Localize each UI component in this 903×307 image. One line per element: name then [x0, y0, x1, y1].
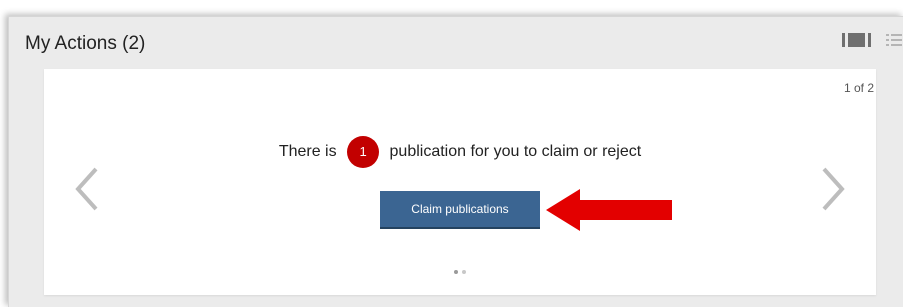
message-prefix: There is: [278, 143, 337, 160]
action-message: There is 1 publication for you to claim …: [44, 136, 876, 168]
carousel-pagination: [44, 270, 876, 274]
page-indicator: 1 of 2: [843, 81, 874, 95]
pagination-dot-2[interactable]: [462, 270, 466, 274]
card-view-icon[interactable]: [842, 31, 872, 49]
pagination-dot-1[interactable]: [454, 270, 458, 274]
my-actions-panel: My Actions (2) 1 of 2 There is 1 publica…: [8, 16, 903, 307]
panel-title: My Actions (2): [25, 33, 146, 54]
list-view-icon[interactable]: [886, 31, 902, 49]
count-badge: 1: [347, 136, 380, 168]
message-suffix: publication for you to claim or reject: [389, 143, 642, 160]
action-card: 1 of 2 There is 1 publication for you to…: [44, 69, 876, 295]
red-arrow-icon: [546, 189, 672, 231]
chevron-right-icon[interactable]: [818, 166, 848, 212]
chevron-left-icon[interactable]: [72, 166, 102, 212]
claim-publications-button[interactable]: Claim publications: [380, 191, 540, 229]
